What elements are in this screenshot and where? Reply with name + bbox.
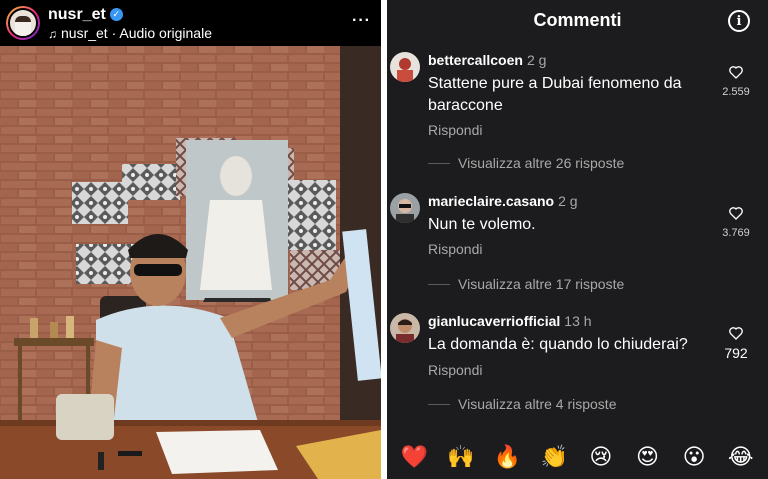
music-note-icon: ♫ [48,26,57,41]
like-count: 792 [724,345,748,361]
surprised-face-emoji-icon[interactable]: 😮 [679,442,709,472]
reel-username[interactable]: nusr_et [48,6,106,24]
info-icon[interactable]: i [728,10,750,32]
comment-time: 13 h [564,313,592,329]
commenter-avatar[interactable] [390,52,420,82]
clapping-hands-emoji-icon[interactable]: 👏 [539,442,569,472]
view-replies-button[interactable]: Visualizza altre 26 risposte [428,155,624,171]
red-heart-emoji-icon[interactable]: ❤️ [399,442,429,472]
reply-button[interactable]: Rispondi [428,362,482,378]
comment-time: 2 g [526,52,547,68]
like-button[interactable]: 3.769 [716,205,756,239]
view-replies-button[interactable]: Visualizza altre 4 risposte [428,396,616,412]
audio-link[interactable]: ♫ nusr_et · Audio originale [48,25,212,41]
comment-author[interactable]: bettercallcoen 2 g [428,52,546,68]
like-count: 2.559 [722,86,750,98]
like-button[interactable]: 792 [716,325,756,361]
reply-button[interactable]: Rispondi [428,122,482,138]
reel-header: nusr_et ✓ ♫ nusr_et · Audio originale ··· [0,0,381,46]
comment-time: 2 g [558,193,578,209]
more-options-button[interactable]: ··· [352,12,371,30]
reel-photo [0,46,381,479]
comments-title: Commenti [533,10,622,30]
emoji-reaction-bar: ❤️ 🙌 🔥 👏 😢 😍 😮 😂 [387,434,768,479]
audio-label: nusr_et · Audio originale [61,24,212,41]
heart-eyes-emoji-icon[interactable]: 😍 [632,442,662,472]
fire-emoji-icon[interactable]: 🔥 [493,442,523,472]
raising-hands-emoji-icon[interactable]: 🙌 [446,442,476,472]
reel-panel[interactable]: nusr_et ✓ ♫ nusr_et · Audio originale ··· [0,0,381,479]
comments-panel: Commenti i bettercallcoen 2 g Stattene pu… [387,0,768,479]
heart-icon [729,207,743,220]
profile-avatar[interactable] [6,6,40,40]
view-replies-button[interactable]: Visualizza altre 17 risposte [428,276,624,292]
comment-author[interactable]: marieclaire.casano 2 g [428,193,578,209]
comment-text: Nun te volemo. [428,216,536,233]
commenter-avatar[interactable] [390,313,420,343]
screenshot-root: nusr_et ✓ ♫ nusr_et · Audio originale ···… [0,0,768,479]
comment-text: La domanda è: quando lo chiuderai? [428,336,688,353]
comment-author[interactable]: gianlucaverriofficial 13 h [428,313,592,329]
heart-icon [729,327,743,340]
comment-text: Stattene pure a Dubai fenomeno da baracc… [428,75,682,114]
heart-icon [729,66,743,79]
verified-badge-icon: ✓ [109,8,123,21]
laughing-tears-emoji-icon[interactable]: 😂 [726,442,756,472]
like-button[interactable]: 2.559 [716,64,756,98]
like-count: 3.769 [722,227,750,239]
commenter-avatar[interactable] [390,193,420,223]
crying-face-emoji-icon[interactable]: 😢 [586,442,616,472]
reply-button[interactable]: Rispondi [428,241,482,257]
